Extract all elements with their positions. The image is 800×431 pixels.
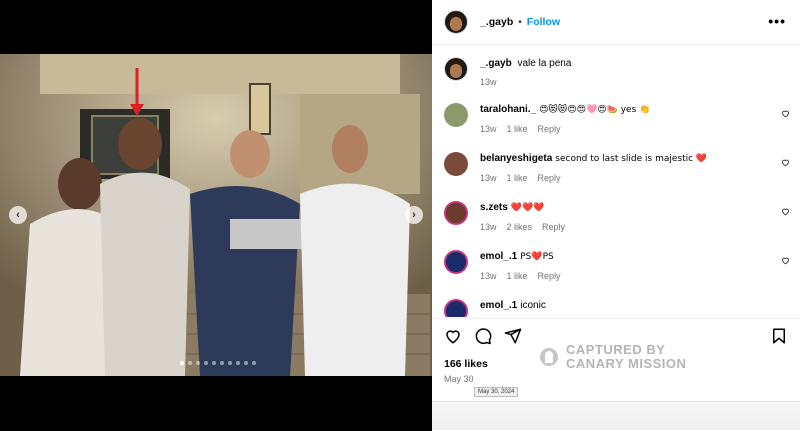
comment-likes[interactable]: 1 like <box>507 173 528 183</box>
comment-username[interactable]: s.zets <box>480 202 508 213</box>
comment-item: emol_.1 iconic <box>444 299 794 317</box>
date-tooltip: May 30, 2024 <box>474 387 519 397</box>
watermark-line-2: CANARY MISSION <box>566 356 687 371</box>
carousel-dot <box>236 361 240 365</box>
comment-time[interactable]: 13w <box>480 173 497 183</box>
carousel-prev-button[interactable]: ‹ <box>9 206 27 224</box>
reply-button[interactable]: Reply <box>538 124 561 134</box>
carousel-next-button[interactable]: › <box>405 206 423 224</box>
post-photo <box>0 54 432 376</box>
post-panel: _.gayb • Follow ••• _.gayb vale la pena … <box>432 0 800 431</box>
comment-time[interactable]: 13w <box>480 271 497 281</box>
caption-username[interactable]: _.gayb <box>480 58 512 69</box>
comment-time[interactable]: 13w <box>480 222 497 232</box>
comment-icon[interactable] <box>474 327 492 345</box>
post-date[interactable]: May 30 <box>444 374 474 384</box>
carousel-dot <box>228 361 232 365</box>
comment-text: second to last slide is majestic ❤️ <box>555 154 708 164</box>
comment-item: belanyeshigeta second to last slide is ma… <box>444 152 794 183</box>
carousel-dot <box>196 361 200 365</box>
carousel-dot <box>188 361 192 365</box>
post-caption: _.gayb vale la pena 13w <box>444 57 571 87</box>
carousel-dot <box>252 361 256 365</box>
comment-text: iconic <box>520 300 546 311</box>
header-separator: • <box>518 16 522 28</box>
comment-likes[interactable]: 2 likes <box>507 222 533 232</box>
post-actions: CAPTURED BY CANARY MISSION 166 likes May… <box>432 318 800 431</box>
author-username[interactable]: _.gayb <box>480 16 513 28</box>
reply-button[interactable]: Reply <box>538 173 561 183</box>
comment-avatar[interactable] <box>444 299 468 317</box>
comment-text: 😍😻😻😍😍🩷😍🍉 yes 👏 <box>539 105 651 115</box>
carousel-indicator <box>180 361 256 365</box>
watermark-line-1: CAPTURED BY <box>566 342 666 357</box>
bookmark-icon[interactable] <box>770 327 788 345</box>
post-header: _.gayb • Follow ••• <box>432 0 800 45</box>
caption-text: vale la pena <box>517 58 572 69</box>
caption-time[interactable]: 13w <box>480 77 497 87</box>
carousel-dot <box>204 361 208 365</box>
watermark: CAPTURED BY CANARY MISSION <box>540 343 686 371</box>
comment-item: s.zets ❤️❤️❤️ 13w 2 likes Reply <box>444 201 794 232</box>
comment-item: taralohani._ 😍😻😻😍😍🩷😍🍉 yes 👏 13w 1 like Repl… <box>444 103 794 134</box>
comment-time[interactable]: 13w <box>480 124 497 134</box>
follow-button[interactable]: Follow <box>527 16 560 28</box>
like-comment-heart-icon[interactable] <box>781 109 790 118</box>
carousel-dot <box>212 361 216 365</box>
comment-avatar[interactable] <box>444 250 468 274</box>
comment-avatar[interactable] <box>444 152 468 176</box>
carousel-dot <box>244 361 248 365</box>
comment-avatar[interactable] <box>444 103 468 127</box>
caption-avatar[interactable] <box>444 57 468 81</box>
comment-item: emol_.1 PS❤️PS 13w 1 like Reply <box>444 250 794 281</box>
reply-button[interactable]: Reply <box>538 271 561 281</box>
comment-username[interactable]: belanyeshigeta <box>480 153 552 164</box>
heart-icon[interactable] <box>444 327 462 345</box>
carousel-dot <box>180 361 184 365</box>
carousel-dot <box>220 361 224 365</box>
like-comment-heart-icon[interactable] <box>781 158 790 167</box>
comment-avatar[interactable] <box>444 201 468 225</box>
reply-button[interactable]: Reply <box>542 222 565 232</box>
comment-username[interactable]: taralohani._ <box>480 104 536 115</box>
add-comment-area[interactable] <box>432 401 800 430</box>
author-avatar[interactable] <box>444 10 468 34</box>
share-icon[interactable] <box>504 327 522 345</box>
comment-username[interactable]: emol_.1 <box>480 300 517 311</box>
comments-list[interactable]: _.gayb vale la pena 13w taralohani._ 😍😻😻😍… <box>432 45 800 317</box>
likes-count[interactable]: 166 likes <box>444 358 488 370</box>
comment-text: ❤️❤️❤️ <box>510 203 545 213</box>
post-media: ‹ › <box>0 0 432 431</box>
comment-likes[interactable]: 1 like <box>507 271 528 281</box>
like-comment-heart-icon[interactable] <box>781 207 790 216</box>
more-options-icon[interactable]: ••• <box>768 13 786 29</box>
comment-likes[interactable]: 1 like <box>507 124 528 134</box>
comment-username[interactable]: emol_.1 <box>480 251 517 262</box>
canary-logo-icon <box>540 348 558 366</box>
comment-text: PS❤️PS <box>520 252 554 262</box>
like-comment-heart-icon[interactable] <box>781 256 790 265</box>
